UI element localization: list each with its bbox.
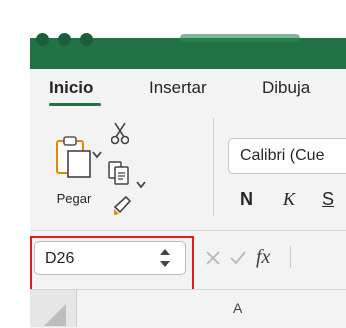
tab-insertar[interactable]: Insertar xyxy=(149,78,207,98)
formula-bar-divider xyxy=(290,246,291,268)
paste-icon xyxy=(56,135,92,184)
select-all-triangle-icon xyxy=(44,304,66,326)
italic-button[interactable]: K xyxy=(283,189,295,210)
paste-options-chevron-icon[interactable] xyxy=(92,146,102,164)
font-name-dropdown[interactable]: Calibri (Cue xyxy=(228,138,346,174)
underline-button[interactable]: S xyxy=(322,189,334,210)
active-tab-underline xyxy=(49,103,101,106)
formula-bar-top-border xyxy=(30,230,346,231)
tab-dibujar[interactable]: Dibuja xyxy=(262,78,310,98)
confirm-entry-icon[interactable] xyxy=(229,250,247,271)
scissors-icon[interactable] xyxy=(110,121,130,150)
column-header-label: A xyxy=(233,300,243,316)
name-box-highlight xyxy=(30,236,194,293)
column-header-a[interactable]: A xyxy=(77,290,346,327)
minimize-window-button[interactable] xyxy=(58,33,71,46)
window-title xyxy=(180,34,300,42)
copy-icon[interactable] xyxy=(108,161,130,190)
maximize-window-button[interactable] xyxy=(80,33,93,46)
top-whitespace xyxy=(0,0,346,38)
cancel-entry-icon[interactable] xyxy=(205,250,221,271)
format-painter-icon[interactable] xyxy=(112,193,132,222)
copy-options-chevron-icon[interactable] xyxy=(136,176,146,194)
bold-button[interactable]: N xyxy=(240,189,253,210)
font-name-value: Calibri (Cue xyxy=(240,147,325,164)
insert-function-icon[interactable]: fx xyxy=(256,246,270,269)
close-window-button[interactable] xyxy=(36,33,49,46)
ribbon-group-divider xyxy=(213,118,214,216)
select-all-button[interactable] xyxy=(30,290,77,327)
tab-inicio[interactable]: Inicio xyxy=(49,78,93,98)
title-bar xyxy=(30,33,346,69)
paste-label: Pegar xyxy=(56,191,92,206)
